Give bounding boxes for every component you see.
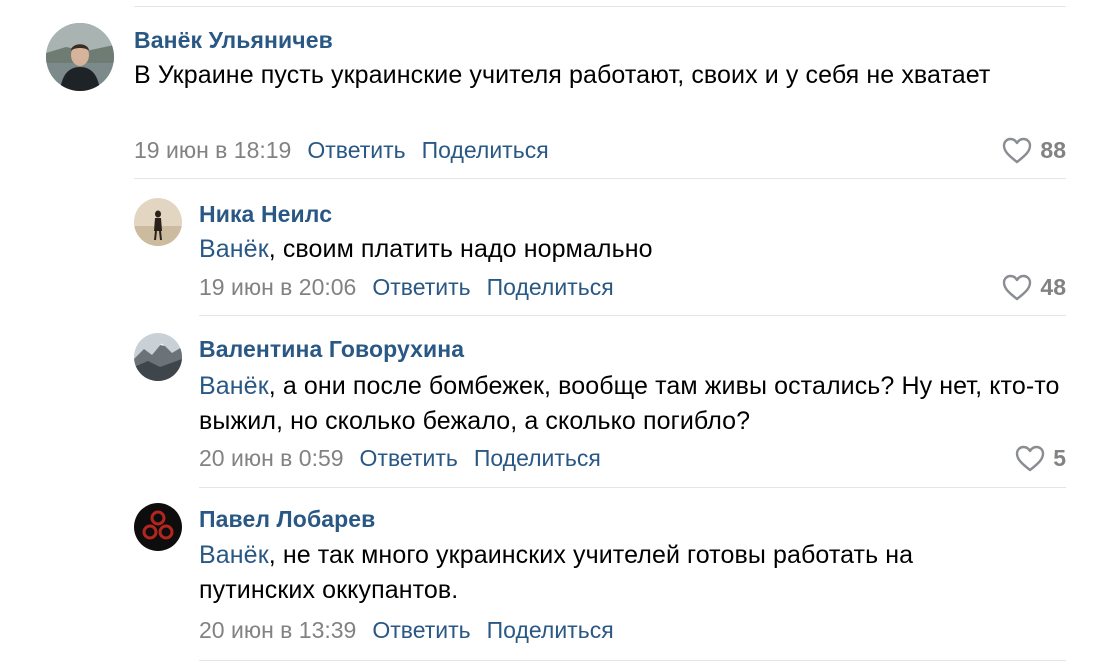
comment-text: Ванёк, а они после бомбежек, вообще там … [199, 369, 1064, 439]
divider [134, 6, 1066, 7]
comment-date[interactable]: 19 июн в 18:19 [134, 137, 291, 164]
comment-author[interactable]: Павел Лобарев [199, 506, 375, 533]
comment-body: В Украине пусть украинские учителя работ… [134, 61, 991, 89]
share-button[interactable]: Поделиться [474, 445, 601, 472]
comment-body: , а они после бомбежек, вообще там живы … [199, 372, 1060, 435]
share-button[interactable]: Поделиться [487, 274, 614, 301]
share-button[interactable]: Поделиться [422, 137, 549, 164]
comment-author[interactable]: Ника Неилс [199, 201, 332, 228]
reply-button[interactable]: Ответить [360, 445, 458, 472]
divider [134, 178, 1066, 179]
avatar[interactable] [46, 23, 114, 91]
like-button[interactable]: 88 [1002, 137, 1066, 164]
heart-icon [1015, 445, 1053, 472]
heart-icon [1002, 137, 1040, 164]
comment-body: , не так много украинских учителей готов… [199, 541, 914, 604]
mention-link[interactable]: Ванёк [199, 372, 269, 400]
divider [199, 487, 1066, 488]
comment-date[interactable]: 20 июн в 0:59 [199, 445, 344, 472]
like-button[interactable]: 48 [1002, 274, 1066, 301]
like-count: 5 [1053, 445, 1066, 471]
like-button[interactable]: 5 [1015, 445, 1066, 472]
mention-link[interactable]: Ванёк [199, 541, 269, 569]
reply-button[interactable]: Ответить [372, 274, 470, 301]
comments-thread: Ванёк Ульяничев В Украине пусть украинск… [0, 0, 1104, 668]
mention-link[interactable]: Ванёк [199, 235, 269, 263]
comment-text: Ванёк, не так много украинских учителей … [199, 538, 999, 608]
like-count: 48 [1040, 274, 1066, 300]
reply-button[interactable]: Ответить [372, 617, 470, 644]
avatar[interactable] [134, 333, 182, 381]
comment-meta: 19 июн в 20:06 Ответить Поделиться [199, 274, 614, 301]
avatar[interactable] [134, 503, 182, 551]
divider [199, 660, 1066, 661]
share-button[interactable]: Поделиться [487, 617, 614, 644]
avatar[interactable] [134, 198, 182, 246]
comment-body: , своим платить надо нормально [268, 235, 653, 263]
comment-meta: 20 июн в 0:59 Ответить Поделиться [199, 445, 601, 472]
comment-date[interactable]: 20 июн в 13:39 [199, 617, 356, 644]
comment-meta: 19 июн в 18:19 Ответить Поделиться [134, 137, 549, 164]
heart-icon [1002, 274, 1040, 301]
reply-button[interactable]: Ответить [307, 137, 405, 164]
comment-date[interactable]: 19 июн в 20:06 [199, 274, 356, 301]
comment-text: Ванёк, своим платить надо нормально [199, 232, 1029, 267]
like-count: 88 [1040, 137, 1066, 163]
comment-author[interactable]: Валентина Говорухина [199, 336, 464, 363]
comment-meta: 20 июн в 13:39 Ответить Поделиться [199, 617, 614, 644]
divider [199, 315, 1066, 316]
comment-text: В Украине пусть украинские учителя работ… [134, 58, 1024, 93]
comment-author[interactable]: Ванёк Ульяничев [134, 27, 333, 54]
